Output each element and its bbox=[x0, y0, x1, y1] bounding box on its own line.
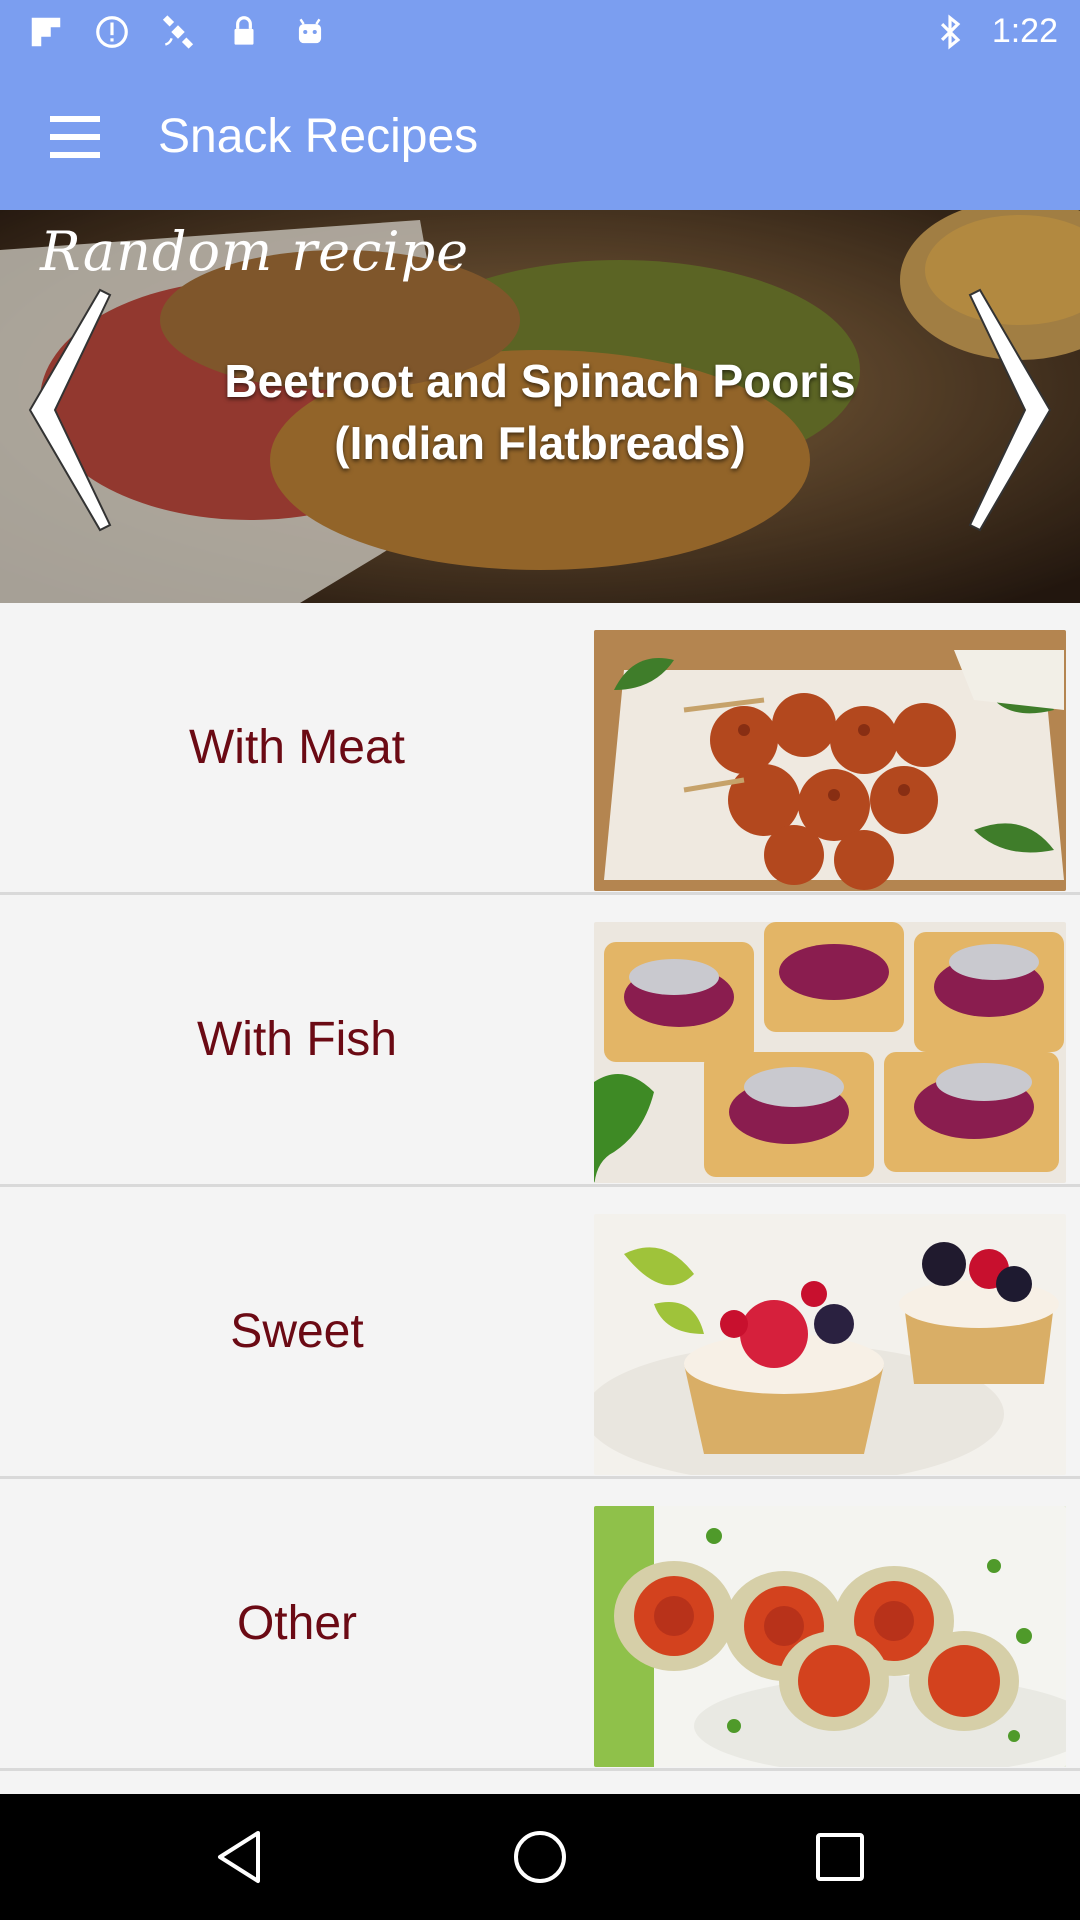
berry-tartlets-photo bbox=[594, 1214, 1066, 1475]
random-recipe-tag: Random recipe bbox=[40, 220, 470, 283]
category-label: With Fish bbox=[196, 1013, 397, 1066]
eggplant-rolls-photo bbox=[594, 1506, 1066, 1767]
home-button[interactable] bbox=[495, 1812, 585, 1902]
category-label: Sweet bbox=[230, 1305, 364, 1358]
status-left-icons bbox=[26, 12, 330, 52]
category-label: Other bbox=[236, 1597, 358, 1650]
menu-button[interactable] bbox=[0, 63, 150, 210]
recents-square-icon bbox=[816, 1833, 864, 1881]
home-circle-icon bbox=[514, 1831, 566, 1883]
back-triangle-icon bbox=[218, 1831, 260, 1883]
chevron-right-icon bbox=[968, 288, 1052, 532]
clock: 1:22 bbox=[991, 12, 1058, 50]
next-recipe-button[interactable] bbox=[960, 280, 1070, 540]
previous-recipe-button[interactable] bbox=[10, 280, 120, 540]
app-title: Snack Recipes bbox=[158, 110, 479, 163]
herring-tarts-photo bbox=[594, 922, 1066, 1183]
fake-gps-icon bbox=[158, 12, 198, 52]
hamburger-menu-icon bbox=[50, 115, 100, 158]
android-icon bbox=[290, 12, 330, 52]
recents-button[interactable] bbox=[795, 1812, 885, 1902]
lock-icon bbox=[224, 12, 264, 52]
category-row-with-meat[interactable]: With Meat bbox=[0, 603, 1080, 895]
random-recipe-banner[interactable]: Random recipe Beetroot and Spinach Poori… bbox=[0, 210, 1080, 603]
random-recipe-title: Beetroot and Spinach Pooris (Indian Flat… bbox=[224, 355, 856, 469]
chevron-left-icon bbox=[28, 288, 112, 532]
category-row-with-fish[interactable]: With Fish bbox=[0, 895, 1080, 1187]
info-icon bbox=[92, 12, 132, 52]
meatball-skewers-photo bbox=[594, 630, 1066, 891]
app-bar: Snack Recipes bbox=[0, 63, 1080, 210]
navigation-bar bbox=[0, 1794, 1080, 1920]
flipboard-icon bbox=[26, 12, 66, 52]
category-row-sweet[interactable]: Sweet bbox=[0, 1187, 1080, 1479]
category-label: With Meat bbox=[188, 721, 406, 774]
bluetooth-icon bbox=[930, 12, 970, 52]
category-row-other[interactable]: Other bbox=[0, 1479, 1080, 1771]
status-right: 1:22 bbox=[930, 12, 1058, 52]
category-list: With Meat With Fish Sweet Other bbox=[0, 603, 1080, 1771]
back-button[interactable] bbox=[195, 1812, 285, 1902]
status-bar: 1:22 bbox=[0, 0, 1080, 63]
